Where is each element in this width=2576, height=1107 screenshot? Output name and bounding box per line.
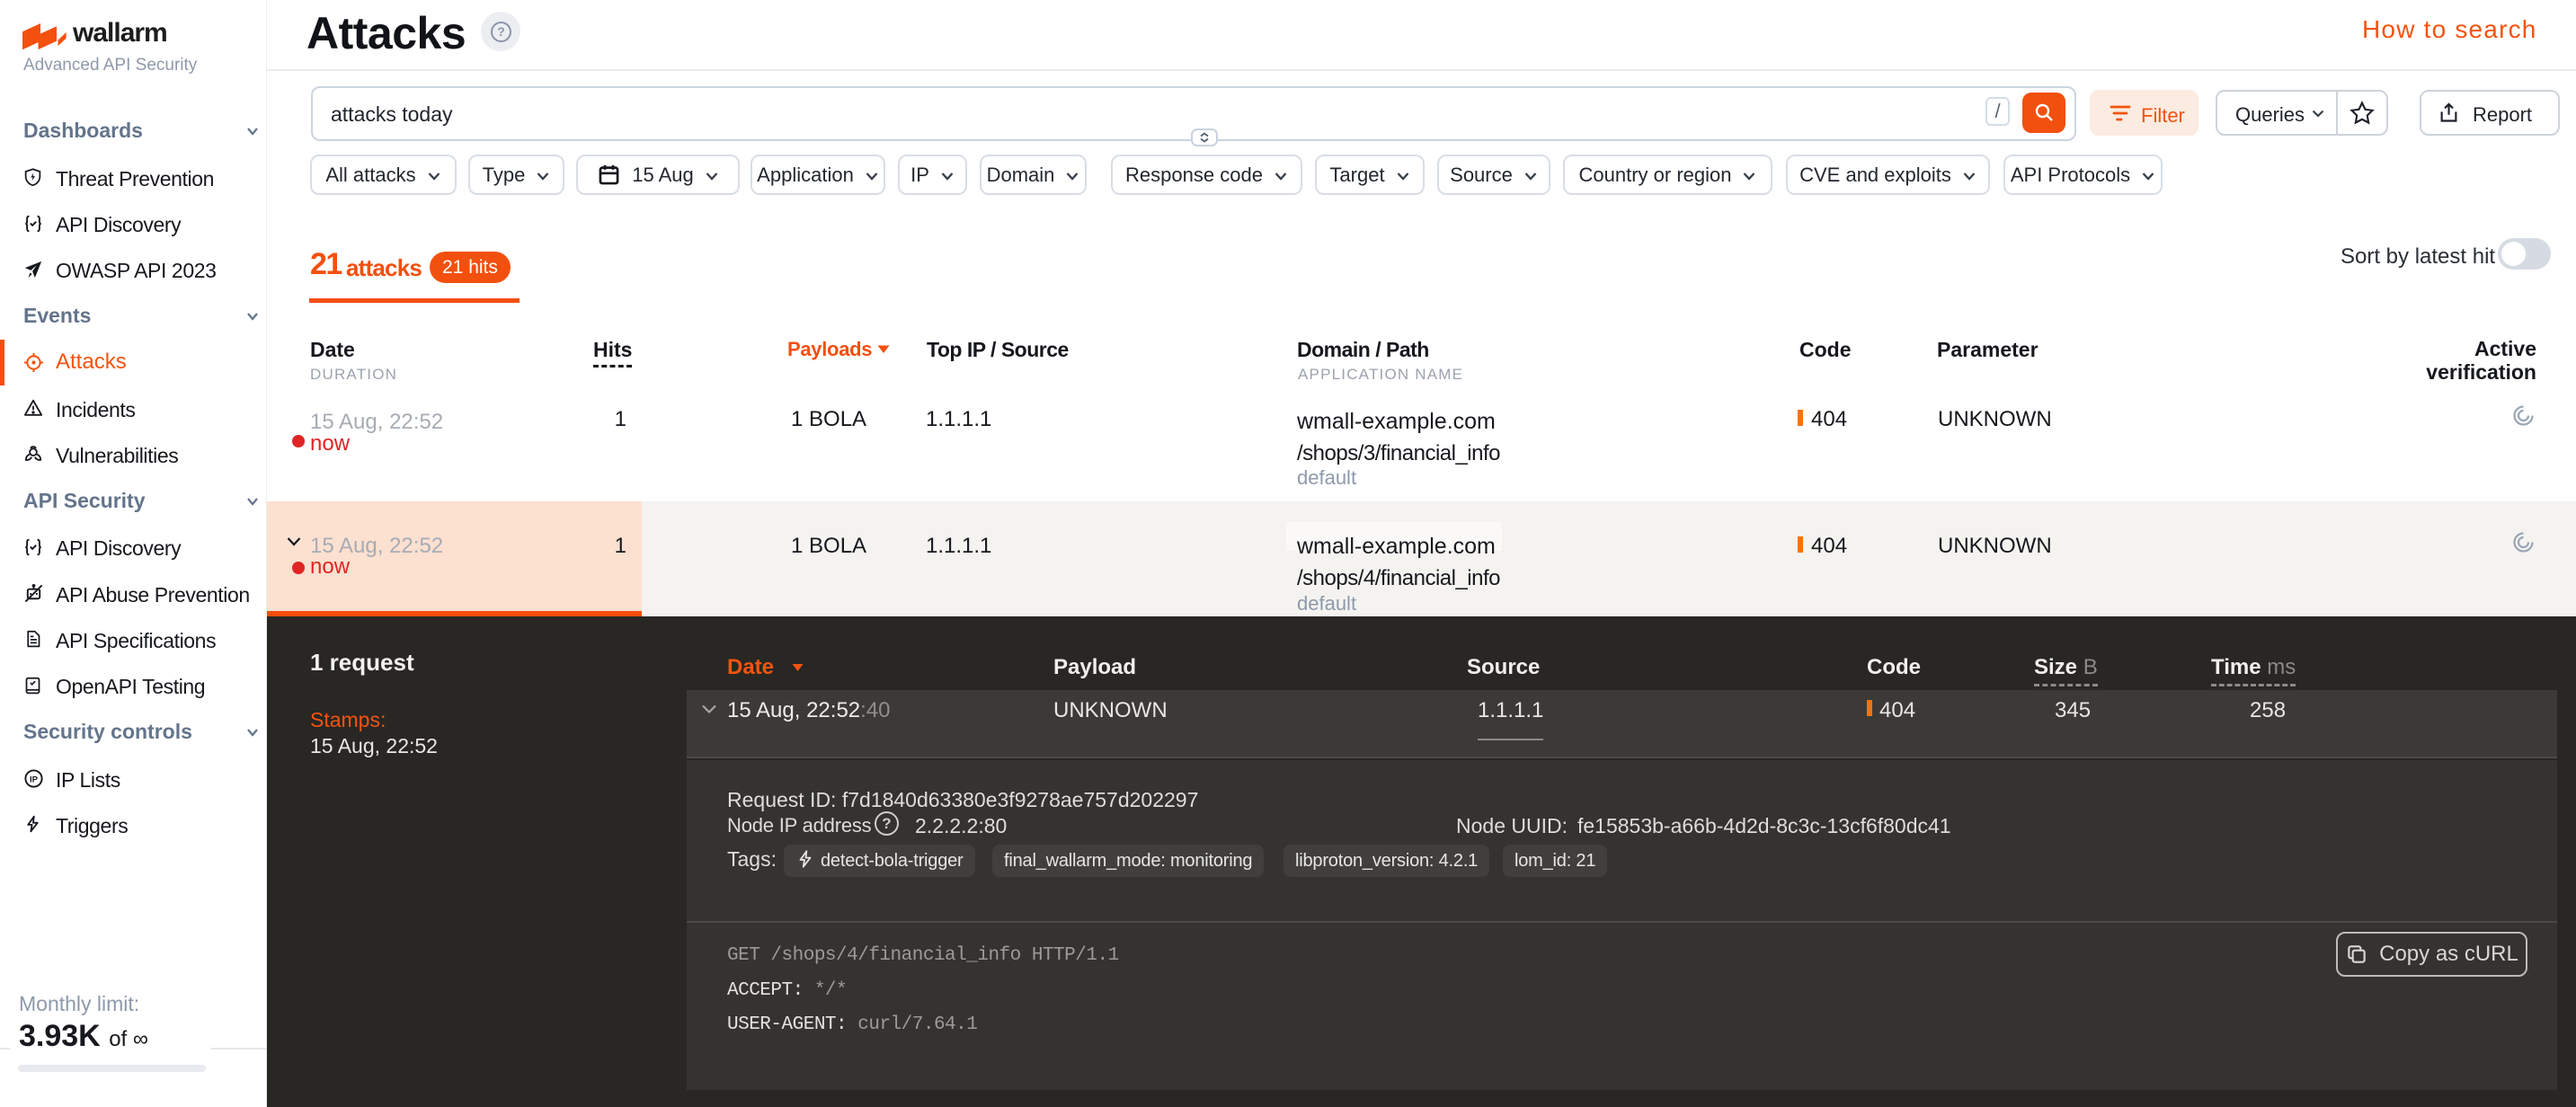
svg-text:IP: IP (30, 775, 39, 784)
